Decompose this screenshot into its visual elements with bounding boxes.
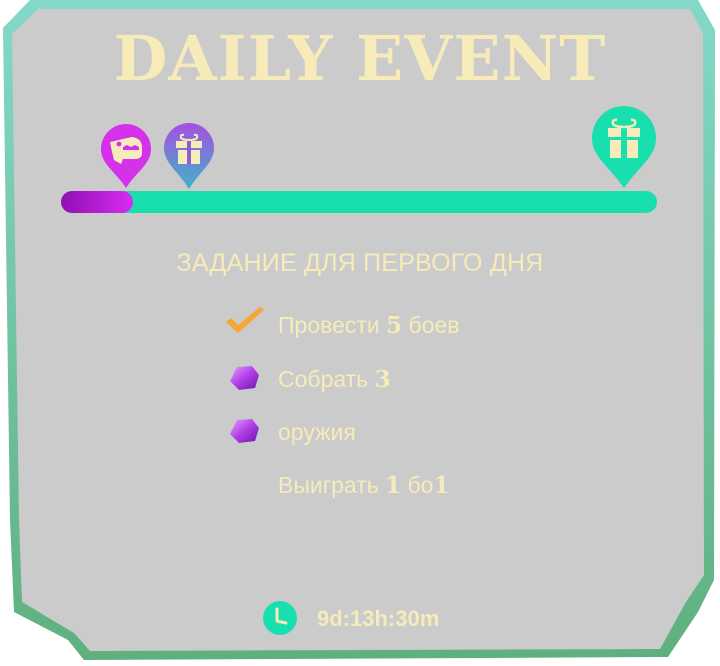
task-text: бо [401, 472, 434, 498]
checkmark-icon [226, 307, 264, 333]
task-count: 1 [433, 472, 450, 499]
milestone-pin-gift-final[interactable] [590, 104, 658, 190]
task-text: оружия [278, 419, 356, 445]
task-count: 1 [385, 472, 402, 499]
task-count: 3 [374, 366, 391, 393]
task-item-4: Выиграть 1 бо1 [278, 472, 449, 499]
task-text: боев [402, 312, 460, 338]
clock-icon [263, 601, 297, 635]
task-count: 5 [386, 312, 403, 339]
event-timer: 9d:13h:30m [317, 606, 440, 631]
event-progress-fill [61, 191, 133, 213]
task-text: Собрать [278, 366, 375, 392]
task-text: Выиграть [278, 472, 386, 498]
task-text: Провести [278, 312, 387, 338]
gem-icon [230, 366, 259, 390]
milestone-pin-gift-small[interactable] [162, 121, 216, 191]
event-progress-bar [61, 191, 657, 213]
gem-icon [230, 419, 259, 443]
task-item-1: Провести 5 боев [278, 312, 460, 339]
milestone-pin-dino[interactable] [99, 122, 153, 190]
event-title: DAILY EVENT [113, 22, 607, 95]
task-item-3: оружия [278, 419, 356, 446]
task-heading: ЗАДАНИЕ ДЛЯ ПЕРВОГО ДНЯ [176, 249, 544, 277]
task-item-2: Собрать 3 [278, 366, 391, 393]
